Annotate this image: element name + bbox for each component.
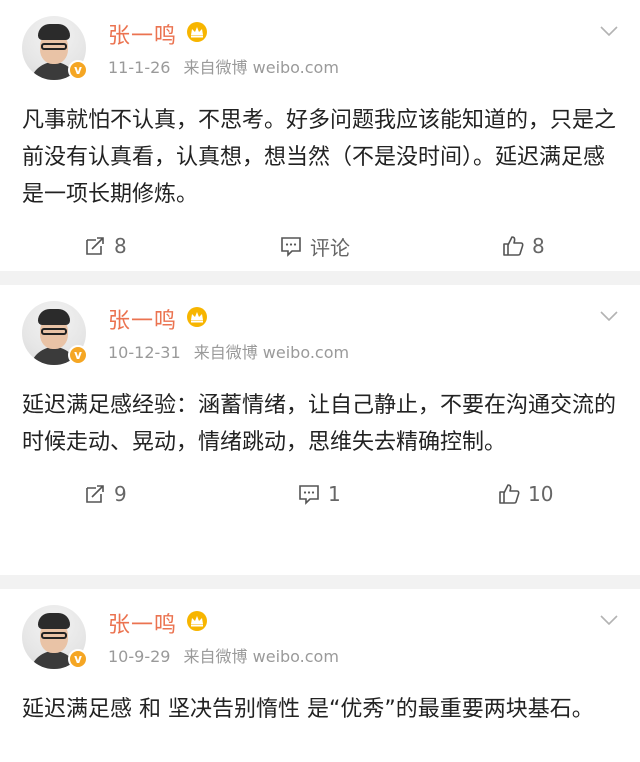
verified-badge-icon: v	[68, 345, 88, 365]
avatar[interactable]: v	[22, 605, 88, 669]
comment-button[interactable]: 1	[298, 479, 341, 509]
like-button[interactable]: 8	[502, 231, 545, 261]
post-actions: 9 1 10	[0, 461, 640, 527]
post-meta: 10-12-31 来自微博 weibo.com	[108, 339, 349, 363]
author-name[interactable]: 张一鸣	[108, 607, 177, 639]
like-button[interactable]: 10	[498, 479, 553, 509]
repost-count: 8	[114, 234, 127, 258]
repost-button[interactable]: 9	[84, 479, 127, 509]
crown-icon	[187, 611, 207, 631]
post-card: v 张一鸣 10-12-31 来自微博 weibo.com 延迟满足感经验：涵蓄…	[0, 285, 640, 575]
author-name[interactable]: 张一鸣	[108, 18, 177, 50]
post-actions: 8 评论 8	[0, 213, 640, 271]
verified-badge-icon: v	[68, 60, 88, 80]
like-count: 10	[528, 482, 554, 506]
crown-icon	[187, 307, 207, 327]
chevron-down-icon[interactable]	[600, 311, 618, 321]
comment-label: 评论	[310, 235, 350, 260]
avatar[interactable]: v	[22, 16, 88, 80]
weibo-feed: v 张一鸣 11-1-26 来自微博 weibo.com 凡事就怕不认真，不思考…	[0, 0, 640, 762]
chevron-down-icon[interactable]	[600, 26, 618, 36]
post-card: v 张一鸣 10-9-29 来自微博 weibo.com 延迟满足感 和 坚决告…	[0, 589, 640, 762]
post-date: 10-12-31	[108, 343, 181, 362]
post-text: 延迟满足感经验：涵蓄情绪，让自己静止，不要在沟通交流的时候走动、晃动，情绪跳动，…	[22, 393, 617, 455]
post-source[interactable]: 来自微博 weibo.com	[184, 647, 339, 666]
post-source[interactable]: 来自微博 weibo.com	[194, 343, 349, 362]
thumbs-up-icon	[499, 484, 520, 504]
post-meta: 11-1-26 来自微博 weibo.com	[108, 54, 339, 78]
post-date: 11-1-26	[108, 58, 171, 77]
post-source[interactable]: 来自微博 weibo.com	[184, 58, 339, 77]
repost-icon	[86, 485, 104, 503]
author-name[interactable]: 张一鸣	[108, 303, 177, 335]
repost-count: 9	[114, 482, 127, 506]
post-header: v 张一鸣 10-9-29 来自微博 weibo.com	[0, 589, 640, 669]
post-text: 延迟满足感 和 坚决告别惰性 是“优秀”的最重要两块基石。	[22, 697, 594, 722]
post-header: v 张一鸣 11-1-26 来自微博 weibo.com	[0, 0, 640, 80]
post-meta: 10-9-29 来自微博 weibo.com	[108, 643, 339, 667]
chevron-down-icon[interactable]	[600, 615, 618, 625]
comment-icon	[281, 237, 301, 257]
post-text: 凡事就怕不认真，不思考。好多问题我应该能知道的，只是之前没有认真看，认真想，想当…	[22, 108, 617, 207]
thumbs-up-icon	[503, 236, 524, 256]
verified-badge-icon: v	[68, 649, 88, 669]
repost-button[interactable]: 8	[84, 231, 127, 261]
crown-icon	[187, 22, 207, 42]
like-count: 8	[532, 234, 545, 258]
post-date: 10-9-29	[108, 647, 171, 666]
comment-icon	[299, 485, 319, 505]
comment-button[interactable]: 评论	[280, 231, 350, 261]
post-card: v 张一鸣 11-1-26 来自微博 weibo.com 凡事就怕不认真，不思考…	[0, 0, 640, 271]
avatar[interactable]: v	[22, 301, 88, 365]
post-header: v 张一鸣 10-12-31 来自微博 weibo.com	[0, 285, 640, 365]
repost-icon	[86, 237, 104, 255]
comment-count: 1	[328, 482, 341, 506]
